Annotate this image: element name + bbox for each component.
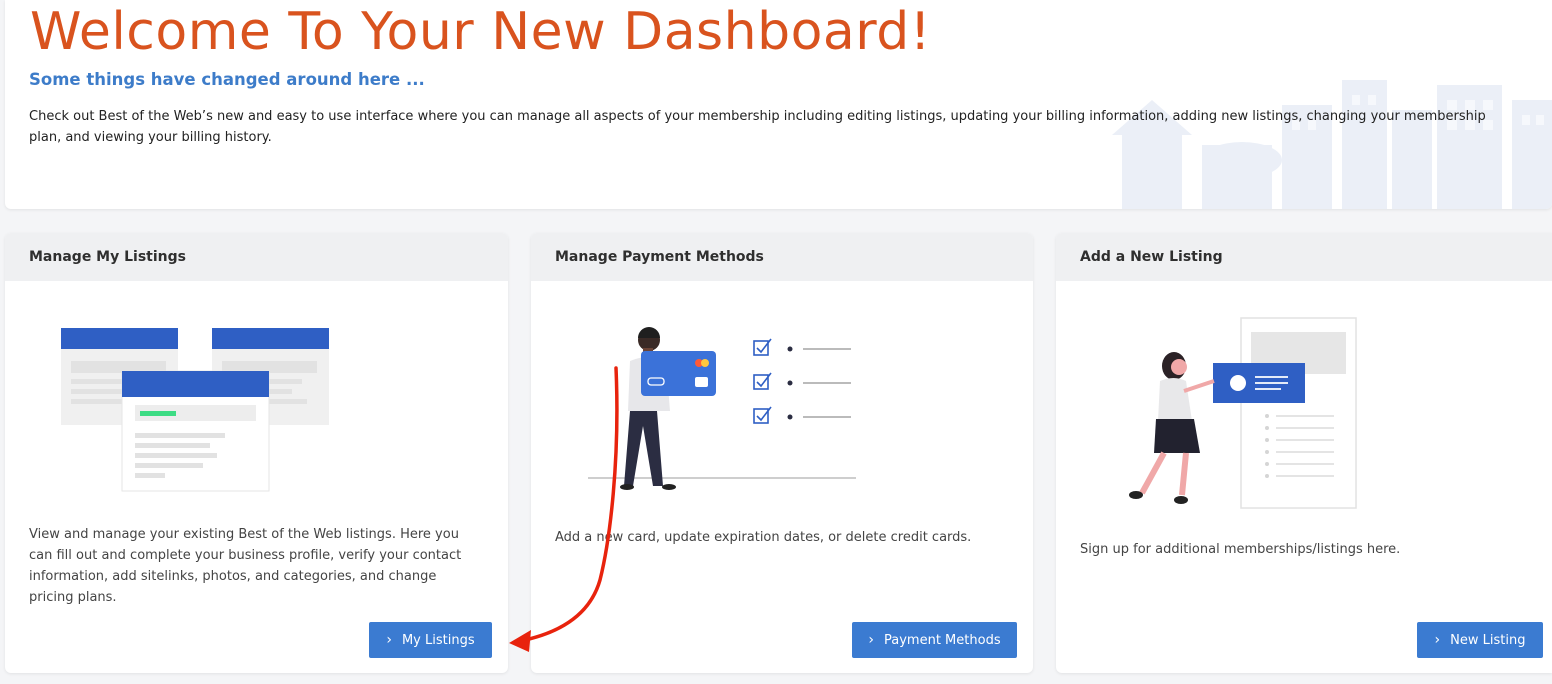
new-listing-button-label: New Listing <box>1450 632 1526 648</box>
manage-payment-description: Add a new card, update expiration dates,… <box>555 530 972 545</box>
intro-text: Check out Best of the Web’s new and easy… <box>29 109 1486 145</box>
chevron-right-icon: › <box>1434 632 1441 648</box>
my-listings-button[interactable]: › My Listings <box>369 622 492 658</box>
new-listing-button[interactable]: › New Listing <box>1417 622 1543 658</box>
payment-methods-button[interactable]: › Payment Methods <box>852 622 1017 658</box>
manage-listings-card: Manage My Listings View and manage your … <box>5 233 508 673</box>
page-title: Welcome To Your New Dashboard! <box>30 2 932 62</box>
payment-methods-button-label: Payment Methods <box>884 632 1001 648</box>
listings-illustration <box>61 328 329 492</box>
manage-payment-title: Manage Payment Methods <box>531 233 1033 281</box>
chevron-right-icon: › <box>868 632 875 648</box>
my-listings-button-label: My Listings <box>401 632 475 648</box>
payment-illustration <box>588 327 856 490</box>
manage-listings-title: Manage My Listings <box>5 233 508 281</box>
manage-payment-card: Manage Payment Methods Add a new card, u… <box>531 233 1033 673</box>
add-listing-description: Sign up for additional memberships/listi… <box>1080 542 1401 557</box>
manage-listings-description: View and manage your existing Best of th… <box>29 527 462 605</box>
chevron-right-icon: › <box>386 632 392 648</box>
add-listing-title: Add a New Listing <box>1056 233 1552 281</box>
page-subtitle: Some things have changed around here ... <box>29 70 425 89</box>
new-listing-illustration <box>1129 317 1357 509</box>
welcome-banner: Welcome To Your New Dashboard! Some thin… <box>5 0 1552 209</box>
add-listing-card: Add a New Listing Sign up for additional <box>1056 233 1552 673</box>
